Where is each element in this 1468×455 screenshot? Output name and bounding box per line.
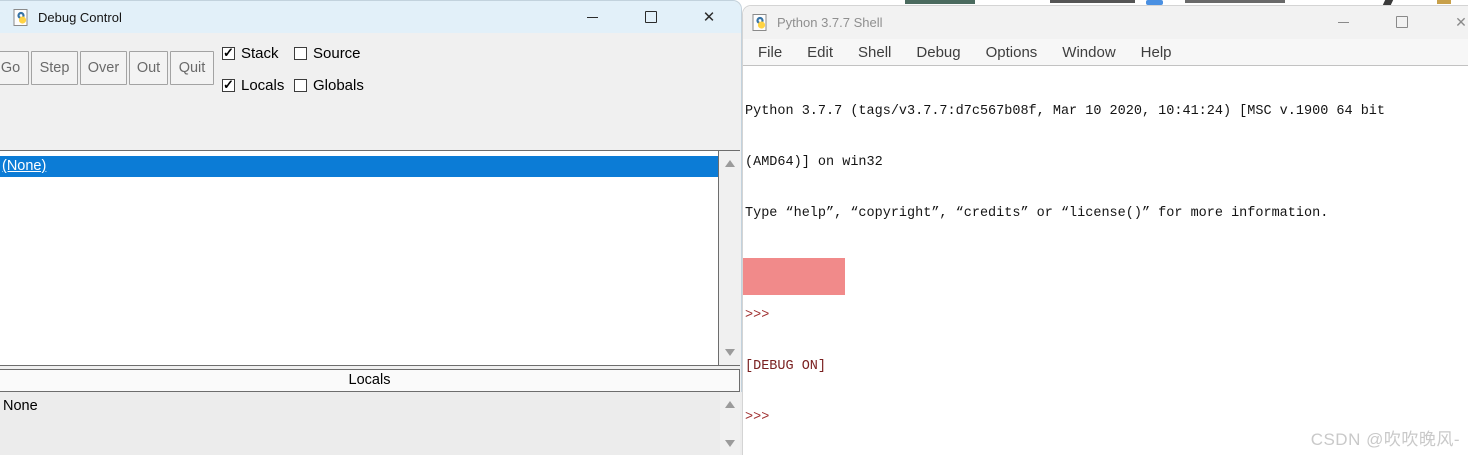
shell-window-title: Python 3.7.7 Shell xyxy=(777,15,883,30)
csdn-watermark: CSDN @吹吹晚风- xyxy=(1310,430,1460,449)
shell-menubar: File Edit Shell Debug Options Window Hel… xyxy=(743,39,1468,66)
scroll-up-icon[interactable] xyxy=(725,401,735,408)
out-button[interactable]: Out xyxy=(129,51,168,85)
debug-window-title: Debug Control xyxy=(38,9,122,25)
background-window-fragment xyxy=(1185,0,1285,3)
locals-value: None xyxy=(3,398,38,414)
stack-checkbox[interactable] xyxy=(222,45,235,61)
banner-line: Python 3.7.7 (tags/v3.7.7:d7c567b08f, Ma… xyxy=(745,104,1386,119)
over-button[interactable]: Over xyxy=(80,51,127,85)
source-checkbox-label: Source xyxy=(313,45,361,62)
desktop: Debug Control ✕ Go Step Over Out Quit St… xyxy=(0,0,1468,455)
locals-scrollbar[interactable] xyxy=(720,392,740,455)
source-checkbox[interactable] xyxy=(294,47,307,60)
stack-list[interactable]: (None) xyxy=(0,151,719,365)
background-window-fragment xyxy=(905,0,975,4)
prompt-area: >>> [DEBUG ON] >>> xyxy=(743,256,1465,455)
menu-debug[interactable]: Debug xyxy=(906,42,970,63)
banner-line: (AMD64)] on win32 xyxy=(745,155,883,170)
shell-titlebar[interactable]: Python 3.7.7 Shell ✕ xyxy=(743,6,1468,39)
menu-help[interactable]: Help xyxy=(1131,42,1182,63)
banner-line: Type “help”, “copyright”, “credits” or “… xyxy=(745,206,1329,221)
minimize-button[interactable] xyxy=(1327,6,1359,38)
idle-app-icon xyxy=(13,8,30,26)
background-window-fragment xyxy=(1437,0,1451,4)
idle-app-icon xyxy=(752,14,769,31)
menu-options[interactable]: Options xyxy=(976,42,1048,63)
menu-file[interactable]: File xyxy=(748,42,792,63)
shell-output-area[interactable]: Python 3.7.7 (tags/v3.7.7:d7c567b08f, Ma… xyxy=(743,69,1465,455)
background-window-fragment xyxy=(1050,0,1135,3)
close-button[interactable]: ✕ xyxy=(1445,6,1468,38)
locals-checkbox-label: Locals xyxy=(241,77,285,94)
stack-scrollbar[interactable] xyxy=(719,151,740,365)
shell-prompt: >>> xyxy=(745,308,770,323)
locals-panel: None xyxy=(0,392,742,455)
menu-shell[interactable]: Shell xyxy=(848,42,901,63)
debug-control-window: Debug Control ✕ Go Step Over Out Quit St… xyxy=(0,0,742,455)
python-shell-window: Python 3.7.7 Shell ✕ File Edit Shell Deb… xyxy=(742,5,1468,455)
stack-checkbox-label: Stack xyxy=(241,45,279,62)
locals-checkbox[interactable] xyxy=(222,77,235,93)
go-button[interactable]: Go xyxy=(0,51,29,85)
menu-window[interactable]: Window xyxy=(1052,42,1125,63)
stack-viewer-frame: (None) xyxy=(0,150,740,366)
scroll-down-icon[interactable] xyxy=(724,349,735,356)
shell-prompt: >>> xyxy=(745,410,770,425)
scroll-up-icon[interactable] xyxy=(724,160,735,167)
maximize-button[interactable] xyxy=(635,1,667,33)
debug-control-titlebar[interactable]: Debug Control ✕ xyxy=(0,1,741,33)
minimize-button[interactable] xyxy=(576,1,608,33)
menu-edit[interactable]: Edit xyxy=(797,42,843,63)
maximize-button[interactable] xyxy=(1386,6,1418,38)
globals-checkbox[interactable] xyxy=(294,79,307,92)
quit-button[interactable]: Quit xyxy=(170,51,214,85)
close-button[interactable]: ✕ xyxy=(693,1,725,33)
debug-on-tag: [DEBUG ON] xyxy=(745,359,827,374)
debug-on-highlight xyxy=(743,258,845,295)
locals-panel-header: Locals xyxy=(0,369,740,392)
scroll-down-icon[interactable] xyxy=(725,440,735,447)
globals-checkbox-label: Globals xyxy=(313,77,364,94)
step-button[interactable]: Step xyxy=(31,51,78,85)
stack-list-selected-item[interactable]: (None) xyxy=(0,156,718,177)
